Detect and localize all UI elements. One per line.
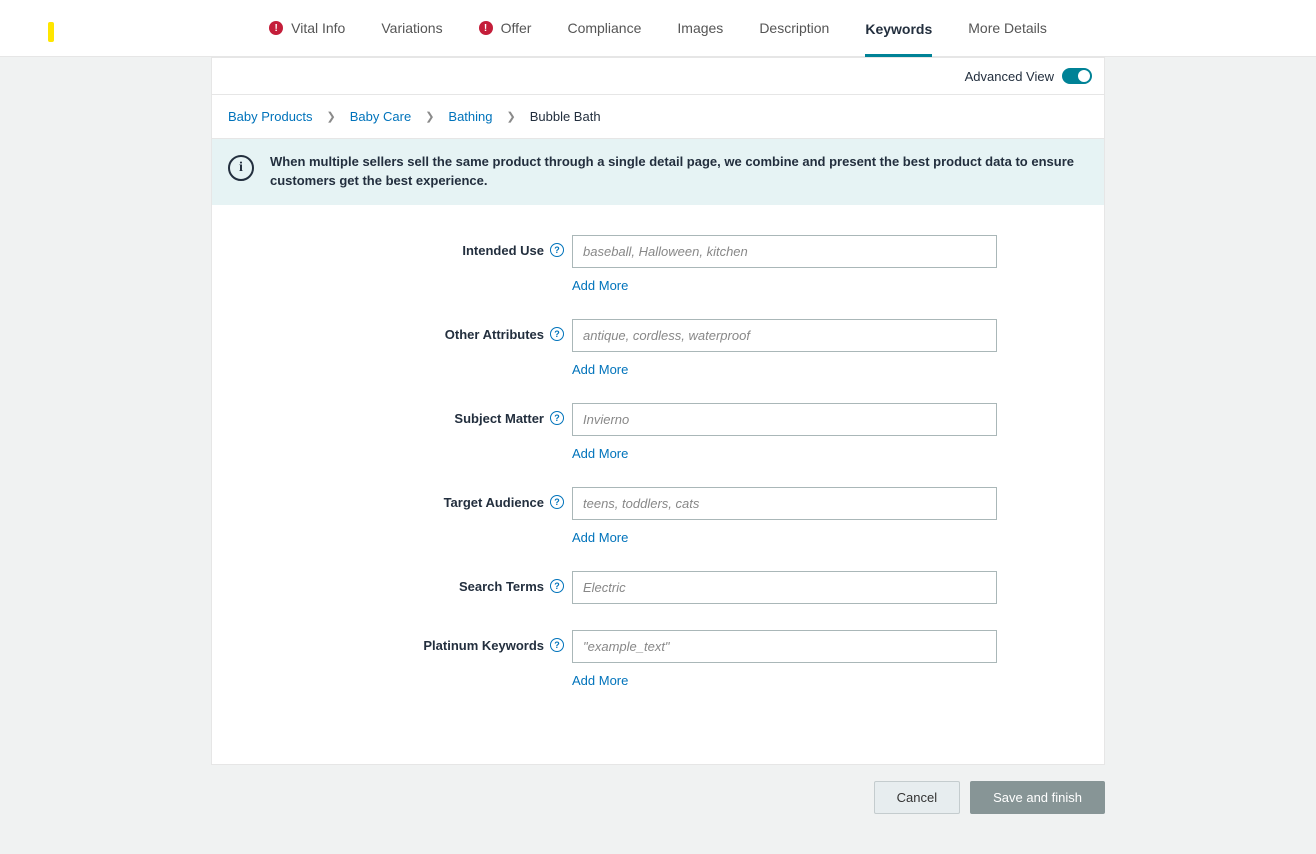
breadcrumb-link[interactable]: Bathing [448, 109, 492, 124]
breadcrumb-current: Bubble Bath [530, 109, 601, 124]
chevron-right-icon: ❯ [327, 110, 336, 123]
content-panel: Advanced View Baby Products ❯ Baby Care … [211, 57, 1105, 765]
tab-label: More Details [968, 20, 1047, 36]
subject-matter-input[interactable] [572, 403, 997, 436]
add-more-link[interactable]: Add More [572, 278, 628, 293]
tab-more-details[interactable]: More Details [968, 0, 1047, 56]
breadcrumb: Baby Products ❯ Baby Care ❯ Bathing ❯ Bu… [212, 95, 1104, 139]
search-terms-input[interactable] [572, 571, 997, 604]
tab-keywords[interactable]: Keywords [865, 1, 932, 57]
chevron-right-icon: ❯ [507, 110, 516, 123]
field-label: Target Audience [444, 495, 544, 510]
tab-compliance[interactable]: Compliance [567, 0, 641, 56]
intended-use-input[interactable] [572, 235, 997, 268]
help-icon[interactable]: ? [550, 411, 564, 425]
tab-description[interactable]: Description [759, 0, 829, 56]
platinum-keywords-input[interactable] [572, 630, 997, 663]
tab-offer[interactable]: ! Offer [479, 0, 532, 56]
add-more-link[interactable]: Add More [572, 530, 628, 545]
tab-vital-info[interactable]: ! Vital Info [269, 0, 345, 56]
breadcrumb-link[interactable]: Baby Products [228, 109, 313, 124]
cancel-button[interactable]: Cancel [874, 781, 960, 814]
advanced-view-toggle[interactable] [1062, 68, 1092, 84]
advanced-view-label: Advanced View [965, 69, 1054, 84]
tab-label: Description [759, 20, 829, 36]
breadcrumb-link[interactable]: Baby Care [350, 109, 411, 124]
tab-images[interactable]: Images [677, 0, 723, 56]
form-area: Intended Use ? Add More Other Attributes… [212, 205, 1104, 764]
field-label: Intended Use [462, 243, 544, 258]
help-icon[interactable]: ? [550, 327, 564, 341]
alert-icon: ! [269, 21, 283, 35]
field-label: Search Terms [459, 579, 544, 594]
add-more-link[interactable]: Add More [572, 446, 628, 461]
help-icon[interactable]: ? [550, 495, 564, 509]
tab-label: Keywords [865, 21, 932, 37]
other-attributes-input[interactable] [572, 319, 997, 352]
save-button[interactable]: Save and finish [970, 781, 1105, 814]
tab-variations[interactable]: Variations [381, 0, 442, 56]
footer-actions: Cancel Save and finish [211, 781, 1105, 814]
info-banner-text: When multiple sellers sell the same prod… [270, 153, 1088, 191]
add-more-link[interactable]: Add More [572, 362, 628, 377]
tab-label: Images [677, 20, 723, 36]
tab-bar: ! Vital Info Variations ! Offer Complian… [0, 0, 1316, 56]
info-icon: i [228, 155, 254, 181]
help-icon[interactable]: ? [550, 579, 564, 593]
help-icon[interactable]: ? [550, 243, 564, 257]
field-label: Platinum Keywords [423, 638, 544, 653]
field-label: Other Attributes [445, 327, 544, 342]
help-icon[interactable]: ? [550, 638, 564, 652]
advanced-view-row: Advanced View [212, 58, 1104, 95]
chevron-right-icon: ❯ [425, 110, 434, 123]
add-more-link[interactable]: Add More [572, 673, 628, 688]
alert-icon: ! [479, 21, 493, 35]
tab-label: Variations [381, 20, 442, 36]
target-audience-input[interactable] [572, 487, 997, 520]
info-banner: i When multiple sellers sell the same pr… [212, 139, 1104, 205]
field-label: Subject Matter [454, 411, 544, 426]
tab-label: Compliance [567, 20, 641, 36]
tab-label: Vital Info [291, 20, 345, 36]
tab-label: Offer [501, 20, 532, 36]
